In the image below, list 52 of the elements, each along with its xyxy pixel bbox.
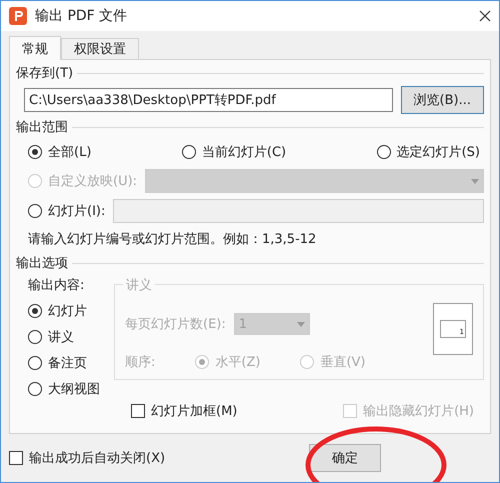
radio-label: 备注页 [48,355,87,372]
checkbox-label: 输出成功后自动关闭(X) [29,450,166,467]
caret-icon [471,178,479,184]
browse-button[interactable]: 浏览(B)... [400,86,484,114]
radio-button[interactable] [28,382,42,396]
order-label: 顺序: [125,354,156,371]
radio-button[interactable] [28,356,42,370]
input-field[interactable] [113,199,484,223]
window-title: 输出 PDF 文件 [35,7,128,25]
content-label: 输出内容: [28,277,86,294]
group-title: 讲义 [123,276,155,294]
radio-button[interactable] [182,145,196,159]
radio-button[interactable] [376,145,391,159]
radio-label: 水平(Z) [215,354,260,371]
checkbox-label: 输出隐藏幻灯片(H) [363,403,474,420]
radio-option[interactable]: 选定幻灯片(S) [376,143,480,161]
radio-option[interactable]: 大纲视图 [28,380,100,398]
radio-button[interactable] [28,304,42,318]
radio-label: 讲义 [48,329,74,346]
radio-button[interactable] [28,145,42,159]
radio-option[interactable]: 当前幻灯片(C) [182,143,286,161]
radio-label: 自定义放映(U): [48,173,138,190]
checkbox[interactable] [9,451,23,465]
radio-option[interactable]: 备注页 [28,354,100,372]
per-page-label: 每页幻灯片数(E): [125,316,226,333]
ok-button[interactable]: 确定 [309,444,381,472]
radio-option[interactable]: 幻灯片 [28,302,100,320]
hint-text: 请输入幻灯片编号或幻灯片范围。例如：1,3,5-12 [28,231,316,248]
radio-label: 幻灯片(I): [48,203,106,220]
section-title: 保存到(T) [16,65,74,82]
close-icon[interactable] [479,10,491,22]
tab[interactable]: 常规 [9,36,61,60]
tab[interactable]: 权限设置 [61,38,139,59]
radio-label: 大纲视图 [48,381,100,398]
section-title: 输出选项 [16,255,68,272]
app-logo-icon [9,7,27,25]
radio-option[interactable]: 幻灯片(I): [28,202,106,220]
checkbox-label: 幻灯片加框(M) [151,403,238,420]
radio-label: 当前幻灯片(C) [202,144,286,161]
radio-option[interactable]: 全部(L) [28,143,92,161]
dropdown-field[interactable] [145,169,484,193]
radio-option[interactable]: 讲义 [28,328,100,346]
radio-label: 幻灯片 [48,303,87,320]
section-title: 输出范围 [16,119,68,136]
checkbox[interactable] [131,404,145,418]
radio-button[interactable] [28,330,42,344]
radio-label: 选定幻灯片(S) [396,144,480,161]
radio-label: 全部(L) [48,144,92,161]
path-field[interactable]: C:\Users\aa338\Desktop\PPT转PDF.pdf [24,88,393,112]
caret-icon [296,322,305,326]
radio-label: 垂直(V) [320,354,366,371]
radio-button[interactable] [28,204,42,218]
